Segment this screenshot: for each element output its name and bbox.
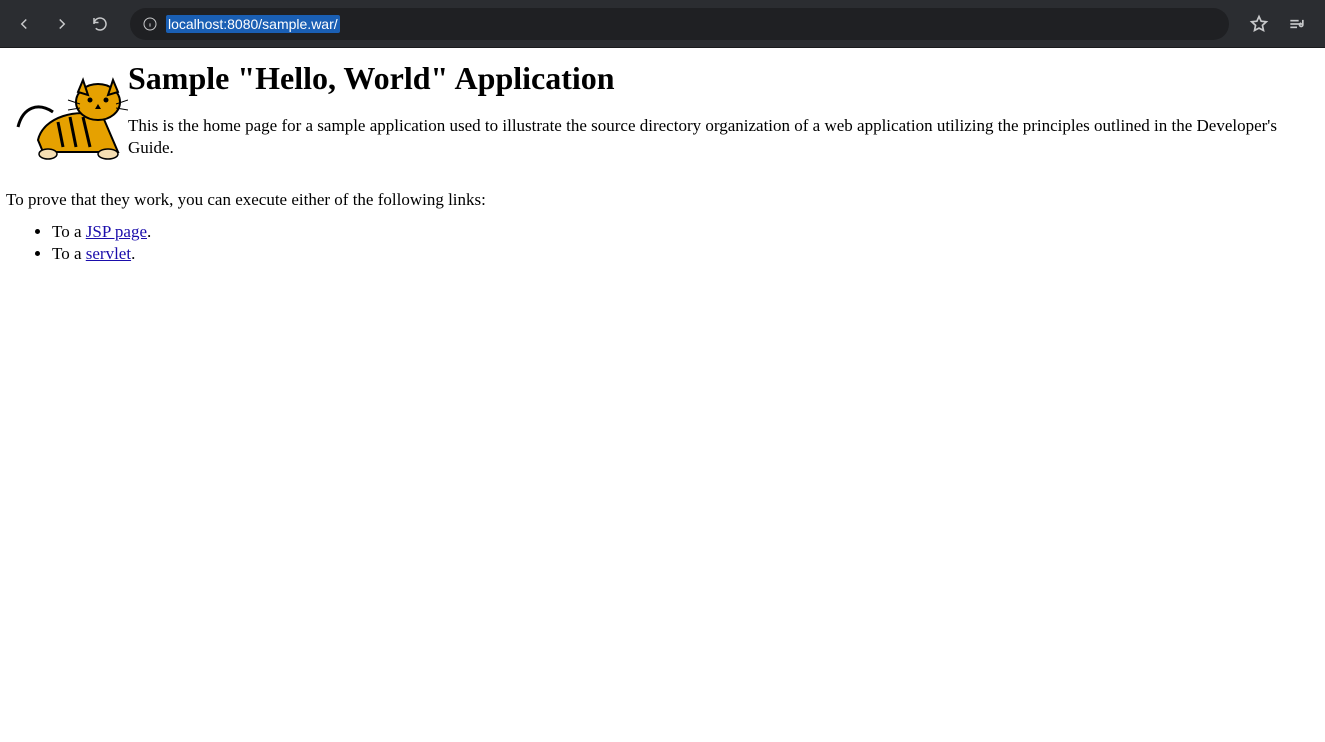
page-content: Sample "Hello, World" Application This i…: [0, 48, 1325, 270]
header-row: Sample "Hello, World" Application This i…: [4, 56, 1321, 162]
url-text: localhost:8080/sample.war/: [166, 16, 340, 32]
arrow-right-icon: [53, 15, 71, 33]
bookmark-button[interactable]: [1243, 8, 1275, 40]
page-title: Sample "Hello, World" Application: [128, 60, 1321, 97]
list-item: To a JSP page.: [52, 222, 1321, 242]
prove-paragraph: To prove that they work, you can execute…: [6, 190, 1321, 210]
toolbar-right: [1243, 8, 1317, 40]
equalizer-icon: [1287, 14, 1307, 34]
servlet-link[interactable]: servlet: [86, 244, 131, 263]
tomcat-logo: [8, 62, 128, 162]
forward-button[interactable]: [46, 8, 78, 40]
media-control-button[interactable]: [1281, 8, 1313, 40]
link-prefix: To a: [52, 244, 86, 263]
tomcat-icon: [8, 62, 128, 162]
browser-toolbar: localhost:8080/sample.war/: [0, 0, 1325, 48]
link-suffix: .: [131, 244, 135, 263]
address-bar[interactable]: localhost:8080/sample.war/: [130, 8, 1229, 40]
reload-button[interactable]: [84, 8, 116, 40]
site-info-icon[interactable]: [142, 16, 158, 32]
back-button[interactable]: [8, 8, 40, 40]
list-item: To a servlet.: [52, 244, 1321, 264]
url-value: localhost:8080/sample.war/: [166, 15, 340, 33]
intro-paragraph: This is the home page for a sample appli…: [128, 115, 1321, 159]
header-text: Sample "Hello, World" Application This i…: [128, 56, 1321, 159]
jsp-page-link[interactable]: JSP page: [86, 222, 147, 241]
link-suffix: .: [147, 222, 151, 241]
arrow-left-icon: [15, 15, 33, 33]
links-list: To a JSP page. To a servlet.: [52, 222, 1321, 264]
star-icon: [1249, 14, 1269, 34]
link-prefix: To a: [52, 222, 86, 241]
reload-icon: [91, 15, 109, 33]
